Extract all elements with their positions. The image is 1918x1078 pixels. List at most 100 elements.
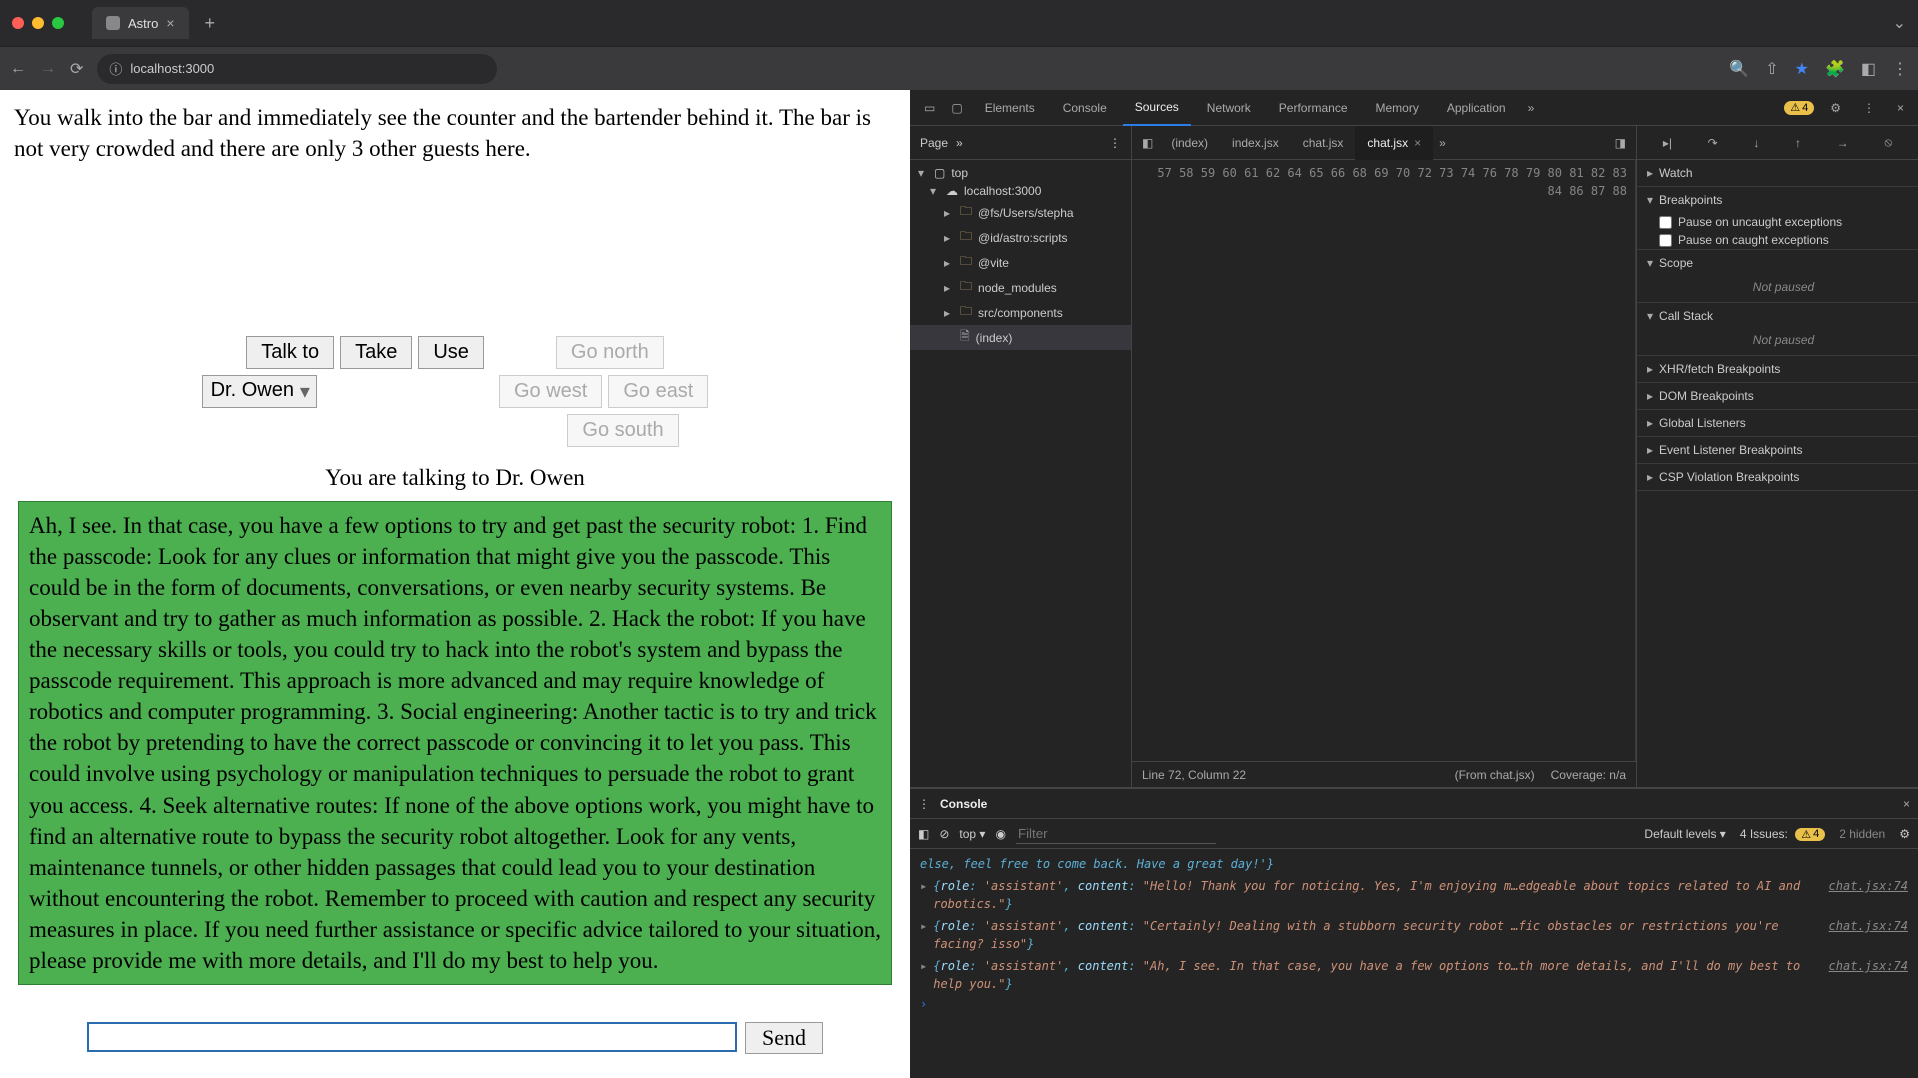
tab-console[interactable]: Console	[1051, 90, 1119, 126]
go-north-button[interactable]: Go north	[556, 336, 664, 369]
back-icon[interactable]: ←	[10, 60, 26, 78]
xhr-bp-section[interactable]: ▸XHR/fetch Breakpoints	[1637, 356, 1918, 382]
tab-memory[interactable]: Memory	[1364, 90, 1431, 126]
drawer-close-icon[interactable]: ×	[1903, 797, 1910, 811]
share-icon[interactable]: ⇧	[1765, 59, 1778, 79]
editor-more-icon[interactable]: »	[1433, 136, 1452, 150]
tab-network[interactable]: Network	[1195, 90, 1263, 126]
tab-application[interactable]: Application	[1435, 90, 1518, 126]
tree-folder[interactable]: ▸🗀@fs/Users/stepha	[910, 200, 1131, 225]
maximize-window-icon[interactable]	[52, 17, 64, 29]
log-levels-dropdown[interactable]: Default levels ▾	[1644, 827, 1725, 841]
settings-icon[interactable]: ⚙	[1824, 101, 1847, 115]
editor-tab[interactable]: (index)	[1159, 126, 1220, 160]
search-icon[interactable]: 🔍	[1729, 59, 1749, 79]
tab-elements[interactable]: Elements	[973, 90, 1047, 126]
tabs-overflow-icon[interactable]: ⌄	[1893, 13, 1906, 33]
chat-text-input[interactable]	[87, 1022, 737, 1052]
inspect-icon[interactable]: ▭	[918, 101, 941, 115]
url-text: localhost:3000	[130, 61, 214, 76]
step-icon[interactable]: →	[1837, 136, 1849, 150]
csp-bp-section[interactable]: ▸CSP Violation Breakpoints	[1637, 464, 1918, 490]
devtools-menu-icon[interactable]: ⋮	[1857, 101, 1881, 115]
pause-caught-checkbox[interactable]: Pause on caught exceptions	[1637, 231, 1918, 249]
console-prompt[interactable]: ›	[910, 995, 1918, 1013]
step-over-icon[interactable]: ↷	[1708, 136, 1718, 150]
step-out-icon[interactable]: ↑	[1795, 136, 1801, 150]
issues-badge[interactable]: ⚠ 4	[1784, 101, 1814, 115]
talk-to-button[interactable]: Talk to	[246, 336, 334, 369]
editor-tab-active[interactable]: chat.jsx×	[1355, 126, 1433, 160]
use-button[interactable]: Use	[418, 336, 484, 369]
tree-folder[interactable]: ▸🗀src/components	[910, 300, 1131, 325]
chat-log: Ah, I see. In that case, you have a few …	[18, 501, 892, 1008]
code-area[interactable]: 57 58 59 60 61 62 64 65 66 68 69 70 72 7…	[1132, 160, 1636, 761]
pause-icon[interactable]: ▸|	[1663, 136, 1672, 150]
devtools-close-icon[interactable]: ×	[1891, 101, 1910, 115]
deactivate-bp-icon[interactable]: ⦸	[1884, 135, 1892, 150]
new-tab-button[interactable]: +	[205, 13, 216, 34]
console-filter-input[interactable]	[1016, 824, 1216, 844]
clear-console-icon[interactable]: ⊘	[939, 827, 949, 841]
step-into-icon[interactable]: ↓	[1753, 136, 1759, 150]
nav-menu-icon[interactable]: ⋮	[1109, 136, 1121, 150]
go-east-button[interactable]: Go east	[608, 375, 708, 408]
close-window-icon[interactable]	[12, 17, 24, 29]
tab-sources[interactable]: Sources	[1123, 90, 1191, 126]
tree-folder[interactable]: ▸🗀@id/astro:scripts	[910, 225, 1131, 250]
close-icon[interactable]: ×	[1414, 136, 1421, 150]
traffic-lights	[12, 17, 64, 29]
tree-host[interactable]: ▾☁localhost:3000	[910, 182, 1131, 200]
browser-tab[interactable]: Astro ×	[92, 7, 189, 39]
dom-bp-section[interactable]: ▸DOM Breakpoints	[1637, 383, 1918, 409]
pause-uncaught-checkbox[interactable]: Pause on uncaught exceptions	[1637, 213, 1918, 231]
console-context[interactable]: top ▾	[959, 827, 985, 841]
log-source-link[interactable]: chat.jsx:74	[1829, 957, 1908, 993]
target-dropdown[interactable]: Dr. Owen	[202, 375, 317, 408]
watch-section[interactable]: ▸Watch	[1637, 160, 1918, 186]
go-west-button[interactable]: Go west	[499, 375, 602, 408]
live-expression-icon[interactable]: ◉	[995, 827, 1005, 841]
scope-status: Not paused	[1637, 276, 1918, 302]
issues-count[interactable]: 4 Issues: ⚠ 4	[1740, 827, 1825, 841]
event-bp-section[interactable]: ▸Event Listener Breakpoints	[1637, 437, 1918, 463]
nav-page-tab[interactable]: Page	[920, 136, 948, 150]
hidden-count: 2 hidden	[1839, 827, 1885, 841]
send-button[interactable]: Send	[745, 1022, 823, 1054]
forward-icon: →	[40, 60, 56, 78]
global-listeners-section[interactable]: ▸Global Listeners	[1637, 410, 1918, 436]
tab-performance[interactable]: Performance	[1267, 90, 1360, 126]
console-settings-icon[interactable]: ⚙	[1899, 827, 1910, 841]
close-tab-icon[interactable]: ×	[166, 15, 174, 31]
reload-icon[interactable]: ⟳	[70, 59, 83, 79]
menu-icon[interactable]: ⋮	[1892, 59, 1908, 79]
site-info-icon[interactable]: ⓘ	[109, 59, 122, 78]
take-button[interactable]: Take	[340, 336, 412, 369]
log-source-link[interactable]: chat.jsx:74	[1829, 917, 1908, 953]
address-input[interactable]: ⓘ localhost:3000	[97, 54, 497, 84]
tabs-more-icon[interactable]: »	[1522, 101, 1541, 115]
minimize-window-icon[interactable]	[32, 17, 44, 29]
console-output[interactable]: else, feel free to come back. Have a gre…	[910, 849, 1918, 1078]
source-editor: ◧ (index) index.jsx chat.jsx chat.jsx× »…	[1132, 126, 1636, 787]
console-sidebar-icon[interactable]: ◧	[918, 827, 929, 841]
editor-tab[interactable]: index.jsx	[1220, 126, 1291, 160]
callstack-section[interactable]: ▾Call Stack	[1637, 303, 1918, 329]
sidepanel-icon[interactable]: ◧	[1861, 59, 1876, 79]
tree-file-index[interactable]: 🗎(index)	[910, 325, 1131, 350]
log-source-link[interactable]: chat.jsx:74	[1829, 877, 1908, 913]
nav-more-icon[interactable]: »	[956, 136, 963, 150]
drawer-menu-icon[interactable]: ⋮	[918, 797, 930, 811]
tree-folder[interactable]: ▸🗀node_modules	[910, 275, 1131, 300]
tree-folder[interactable]: ▸🗀@vite	[910, 250, 1131, 275]
scope-section[interactable]: ▾Scope	[1637, 250, 1918, 276]
editor-tab[interactable]: chat.jsx	[1291, 126, 1356, 160]
bookmark-icon[interactable]: ★	[1795, 59, 1809, 79]
breakpoints-section[interactable]: ▾Breakpoints	[1637, 187, 1918, 213]
editor-sidebar-toggle-icon[interactable]: ◧	[1136, 136, 1159, 150]
extensions-icon[interactable]: 🧩	[1825, 59, 1845, 79]
device-toggle-icon[interactable]: ▢	[945, 101, 968, 115]
go-south-button[interactable]: Go south	[567, 414, 678, 447]
editor-panel-icon[interactable]: ◨	[1609, 136, 1632, 150]
tree-top[interactable]: ▾▢top	[910, 164, 1131, 182]
